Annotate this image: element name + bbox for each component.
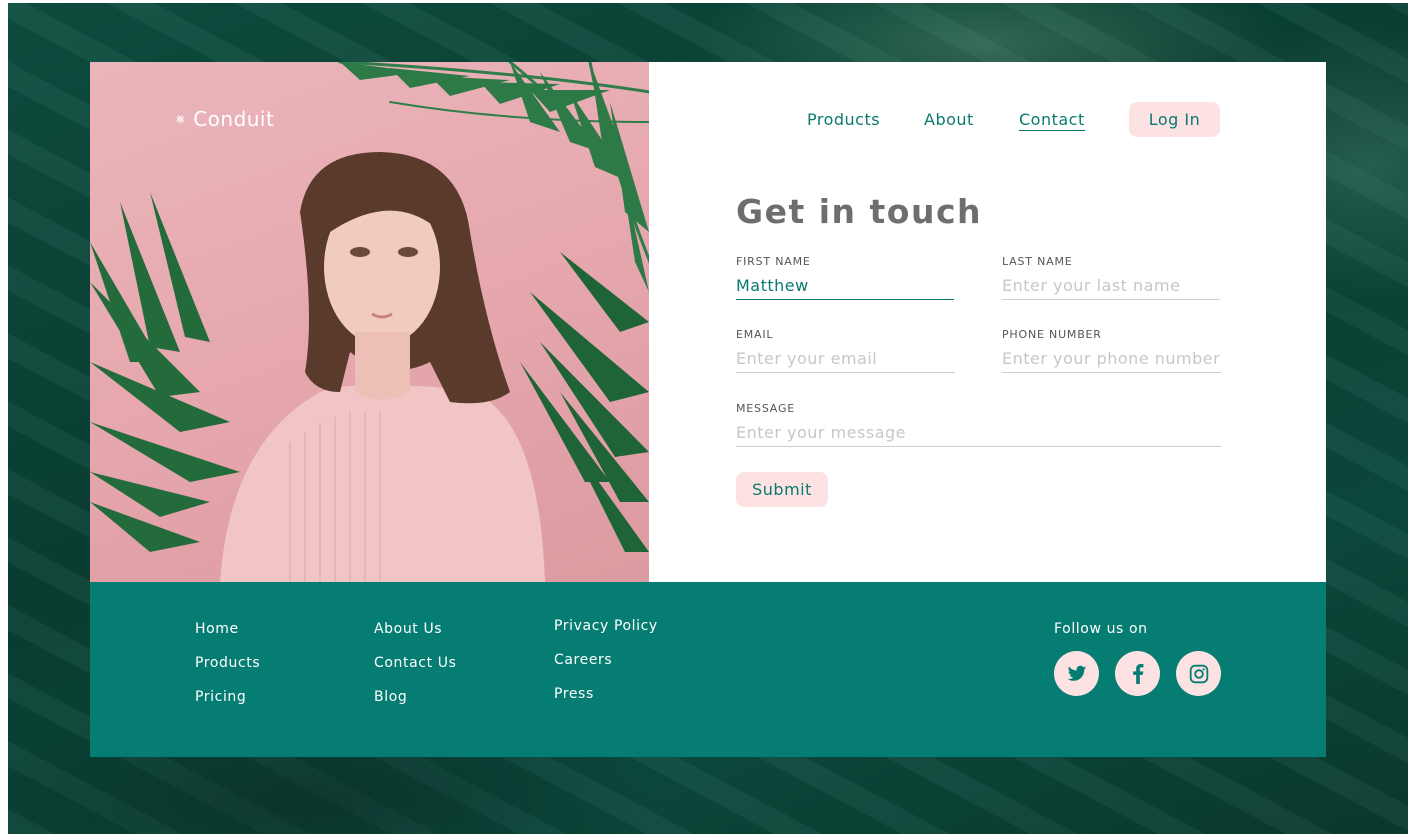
page-title: Get in touch bbox=[736, 192, 983, 231]
message-input[interactable] bbox=[736, 423, 1221, 447]
nav-link-products[interactable]: Products bbox=[807, 110, 880, 129]
footer-link-blog[interactable]: Blog bbox=[374, 688, 456, 707]
email-label: EMAIL bbox=[736, 328, 774, 341]
contact-panel: Products About Contact Log In Get in tou… bbox=[649, 62, 1326, 582]
first-name-group: FIRST NAME bbox=[736, 255, 954, 300]
footer-link-privacy-policy[interactable]: Privacy Policy bbox=[554, 617, 658, 636]
email-group: EMAIL bbox=[736, 328, 955, 373]
nav-link-contact[interactable]: Contact bbox=[1019, 110, 1085, 131]
submit-button[interactable]: Submit bbox=[736, 472, 828, 507]
facebook-button[interactable] bbox=[1115, 651, 1160, 696]
message-label: MESSAGE bbox=[736, 402, 796, 415]
footer-col-1: Home Products Pricing bbox=[195, 620, 260, 707]
login-button[interactable]: Log In bbox=[1129, 102, 1220, 137]
top-nav: Products About Contact Log In bbox=[649, 102, 1326, 138]
footer-link-careers[interactable]: Careers bbox=[554, 651, 658, 670]
instagram-button[interactable] bbox=[1176, 651, 1221, 696]
footer-link-contact-us[interactable]: Contact Us bbox=[374, 654, 456, 673]
footer-link-press[interactable]: Press bbox=[554, 685, 658, 704]
footer: Home Products Pricing About Us Contact U… bbox=[90, 582, 1326, 757]
phone-input[interactable] bbox=[1002, 349, 1221, 373]
brand-name: Conduit bbox=[193, 107, 275, 131]
hero-illustration bbox=[90, 62, 649, 582]
message-group: MESSAGE bbox=[736, 402, 1221, 447]
footer-col-2: About Us Contact Us Blog bbox=[374, 620, 456, 707]
first-name-label: FIRST NAME bbox=[736, 255, 811, 268]
phone-group: PHONE NUMBER bbox=[1002, 328, 1221, 373]
facebook-icon bbox=[1132, 663, 1143, 684]
email-input[interactable] bbox=[736, 349, 955, 373]
hero-photo: ⨳ Conduit bbox=[90, 62, 649, 582]
contact-card: ⨳ Conduit Products About Contact Log In … bbox=[90, 62, 1326, 582]
nav-link-about[interactable]: About bbox=[924, 110, 974, 129]
footer-link-about-us[interactable]: About Us bbox=[374, 620, 456, 639]
brand-logo[interactable]: ⨳ Conduit bbox=[176, 107, 274, 131]
twitter-icon bbox=[1067, 665, 1086, 681]
footer-link-products[interactable]: Products bbox=[195, 654, 260, 673]
instagram-icon bbox=[1189, 664, 1208, 683]
twitter-button[interactable] bbox=[1054, 651, 1099, 696]
logo-icon: ⨳ bbox=[176, 111, 186, 127]
footer-col-3: Privacy Policy Careers Press bbox=[554, 617, 658, 704]
footer-link-pricing[interactable]: Pricing bbox=[195, 688, 260, 707]
last-name-label: LAST NAME bbox=[1002, 255, 1073, 268]
footer-link-home[interactable]: Home bbox=[195, 620, 260, 639]
follow-us-label: Follow us on bbox=[1054, 621, 1148, 637]
first-name-input[interactable] bbox=[736, 276, 954, 300]
phone-label: PHONE NUMBER bbox=[1002, 328, 1102, 341]
last-name-group: LAST NAME bbox=[1002, 255, 1220, 300]
last-name-input[interactable] bbox=[1002, 276, 1220, 300]
social-links bbox=[1054, 651, 1221, 696]
